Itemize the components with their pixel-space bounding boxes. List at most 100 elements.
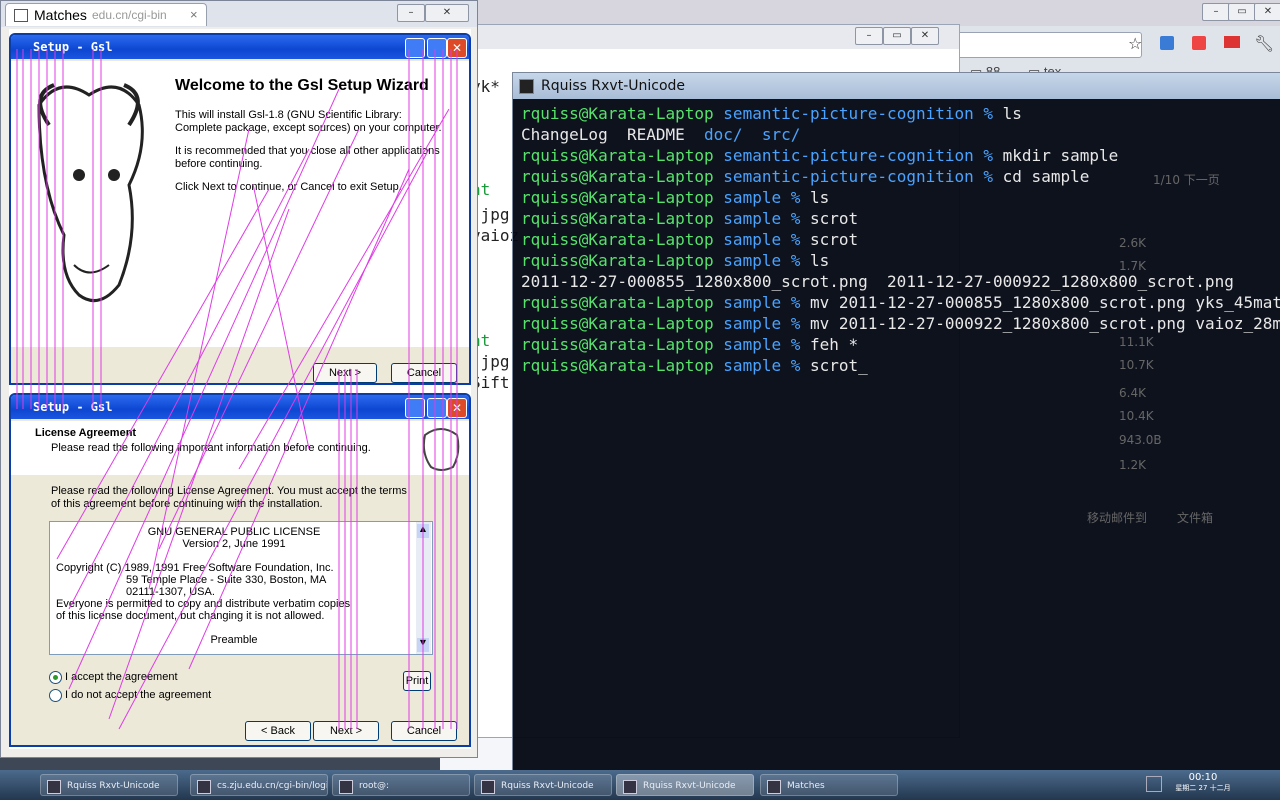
mail-size: 1.2K — [1119, 458, 1146, 472]
output-segment: src/ — [761, 125, 801, 144]
extension-icon-2[interactable] — [1192, 36, 1206, 50]
matches-tab-url: edu.cn/cgi-bin — [92, 8, 167, 22]
clock-time: 00:10 — [1188, 772, 1218, 783]
background-minimize-button[interactable]: – — [855, 27, 883, 45]
output-segment: ChangeLog README — [521, 125, 705, 144]
terminal-output[interactable]: rquiss@Karata-Laptop semantic-picture-co… — [521, 103, 1280, 763]
prompt-user: rquiss@Karata-Laptop — [521, 230, 714, 249]
gmail-icon[interactable] — [1224, 36, 1240, 48]
mail-size: 10.7K — [1119, 358, 1154, 372]
taskbar-item[interactable]: Rquiss Rxvt-Unicode — [474, 774, 612, 796]
terminal-app-icon — [519, 79, 534, 94]
prompt-path: semantic-picture-cognition — [723, 167, 974, 186]
clock-date: 星期二 27 十二月 — [1175, 784, 1231, 792]
terminal-line: rquiss@Karata-Laptop sample % ls — [521, 187, 1280, 208]
prompt-symbol: % — [781, 314, 810, 333]
prompt-user: rquiss@Karata-Laptop — [521, 188, 714, 207]
terminal-line: rquiss@Karata-Laptop sample % feh * — [521, 334, 1280, 355]
background-maximize-button[interactable]: ▭ — [883, 27, 911, 45]
prompt-path: sample — [723, 209, 782, 228]
matches-close-button[interactable]: ✕ — [425, 4, 469, 22]
prompt-user: rquiss@Karata-Laptop — [521, 314, 714, 333]
extension-icon[interactable] — [1160, 36, 1174, 50]
taskbar-item-label: cs.zju.edu.cn/cgi-bin/login... — [217, 781, 328, 791]
prompt-user: rquiss@Karata-Laptop — [521, 146, 714, 165]
close-icon[interactable]: × — [190, 4, 198, 26]
prompt-symbol: % — [973, 104, 1003, 123]
mail-size: 2.6K — [1119, 236, 1146, 250]
terminal-window[interactable]: Rquiss Rxvt-Unicode rquiss@Karata-Laptop… — [512, 72, 1280, 772]
prompt-path: sample — [723, 293, 782, 312]
prompt-symbol: % — [781, 188, 810, 207]
prompt-user: rquiss@Karata-Laptop — [521, 335, 714, 354]
terminal-line: rquiss@Karata-Laptop sample % scrot — [521, 208, 1280, 229]
keyboard-icon[interactable] — [1146, 776, 1162, 792]
prompt-symbol: % — [781, 293, 810, 312]
prompt-symbol: % — [781, 356, 810, 375]
taskbar-item[interactable]: Rquiss Rxvt-Unicode — [40, 774, 178, 796]
command-text: feh * — [810, 335, 859, 354]
page-icon — [14, 9, 28, 22]
browser-minimize-button[interactable]: – — [1202, 3, 1230, 21]
taskbar-item-label: root@: — [359, 781, 390, 791]
prompt-user: rquiss@Karata-Laptop — [521, 209, 714, 228]
folder-select[interactable]: 文件箱 — [1177, 509, 1213, 526]
prompt-path: sample — [723, 251, 782, 270]
command-text: ls — [810, 251, 830, 270]
taskbar-item[interactable]: root@: — [332, 774, 470, 796]
prompt-path: sample — [723, 335, 782, 354]
prompt-path: sample — [723, 230, 782, 249]
command-text: ls — [810, 188, 830, 207]
prompt-path: sample — [723, 314, 782, 333]
prompt-path: semantic-picture-cognition — [723, 146, 974, 165]
terminal-line: ChangeLog README doc/ src/ — [521, 124, 1280, 145]
terminal-titlebar: Rquiss Rxvt-Unicode — [513, 73, 1280, 99]
command-text: scrot_ — [810, 356, 868, 375]
matches-tab[interactable]: Matches edu.cn/cgi-bin × — [5, 3, 207, 26]
prompt-symbol: % — [781, 209, 810, 228]
output-segment: doc/ — [704, 125, 743, 144]
prompt-symbol: % — [781, 230, 810, 249]
matches-window: Matches edu.cn/cgi-bin × – ✕ Setup - Gsl… — [0, 0, 478, 758]
terminal-line: rquiss@Karata-Laptop sample % mv 2011-12… — [521, 292, 1280, 313]
browser-close-button[interactable]: ✕ — [1254, 3, 1280, 21]
taskbar-item-label: Rquiss Rxvt-Unicode — [643, 781, 736, 791]
matches-minimize-button[interactable]: – — [397, 4, 425, 22]
taskbar-item-label: Rquiss Rxvt-Unicode — [67, 781, 160, 791]
prompt-symbol: % — [781, 251, 810, 270]
command-text: cd sample — [1002, 167, 1090, 186]
prompt-user: rquiss@Karata-Laptop — [521, 251, 714, 270]
terminal-line: rquiss@Karata-Laptop semantic-picture-co… — [521, 145, 1280, 166]
output-text: 2011-12-27-000855_1280x800_scrot.png 201… — [521, 272, 1234, 291]
command-text: mv 2011-12-27-000922_1280x800_scrot.png … — [810, 314, 1280, 333]
star-icon[interactable]: ☆ — [1128, 34, 1142, 53]
clock[interactable]: 00:10 星期二 27 十二月 — [1170, 772, 1236, 793]
mail-pager[interactable]: 1/10 下一页 — [1153, 171, 1220, 188]
mail-size: 10.4K — [1119, 409, 1154, 423]
background-close-button[interactable]: ✕ — [911, 27, 939, 45]
terminal-line: 2011-12-27-000855_1280x800_scrot.png 201… — [521, 271, 1280, 292]
wrench-icon[interactable]: 🔧︎ — [1254, 34, 1274, 53]
mail-size: 6.4K — [1119, 386, 1146, 400]
taskbar-item[interactable]: cs.zju.edu.cn/cgi-bin/login... — [190, 774, 328, 796]
command-text: scrot — [810, 230, 859, 249]
terminal-line: rquiss@Karata-Laptop sample % scrot — [521, 229, 1280, 250]
prompt-symbol: % — [781, 335, 810, 354]
prompt-symbol: % — [973, 167, 1003, 186]
browser-maximize-button[interactable]: ▭ — [1228, 3, 1256, 21]
taskbar-item[interactable]: Matches — [760, 774, 898, 796]
mail-size: 1.7K — [1119, 259, 1146, 273]
taskbar: Rquiss Rxvt-Unicode cs.zju.edu.cn/cgi-bin… — [0, 770, 1280, 800]
app-icon — [481, 780, 495, 794]
taskbar-item[interactable]: Rquiss Rxvt-Unicode — [616, 774, 754, 796]
prompt-path: sample — [723, 188, 782, 207]
terminal-line: rquiss@Karata-Laptop sample % ls — [521, 250, 1280, 271]
terminal-line: rquiss@Karata-Laptop sample % mv 2011-12… — [521, 313, 1280, 334]
prompt-user: rquiss@Karata-Laptop — [521, 293, 714, 312]
prompt-user: rquiss@Karata-Laptop — [521, 167, 714, 186]
matches-tab-title: Matches — [34, 7, 87, 23]
move-mail-button[interactable]: 移动邮件到 — [1087, 509, 1147, 526]
mail-size: 943.0B — [1119, 433, 1162, 447]
taskbar-item-label: Rquiss Rxvt-Unicode — [501, 781, 594, 791]
output-segment — [743, 125, 762, 144]
